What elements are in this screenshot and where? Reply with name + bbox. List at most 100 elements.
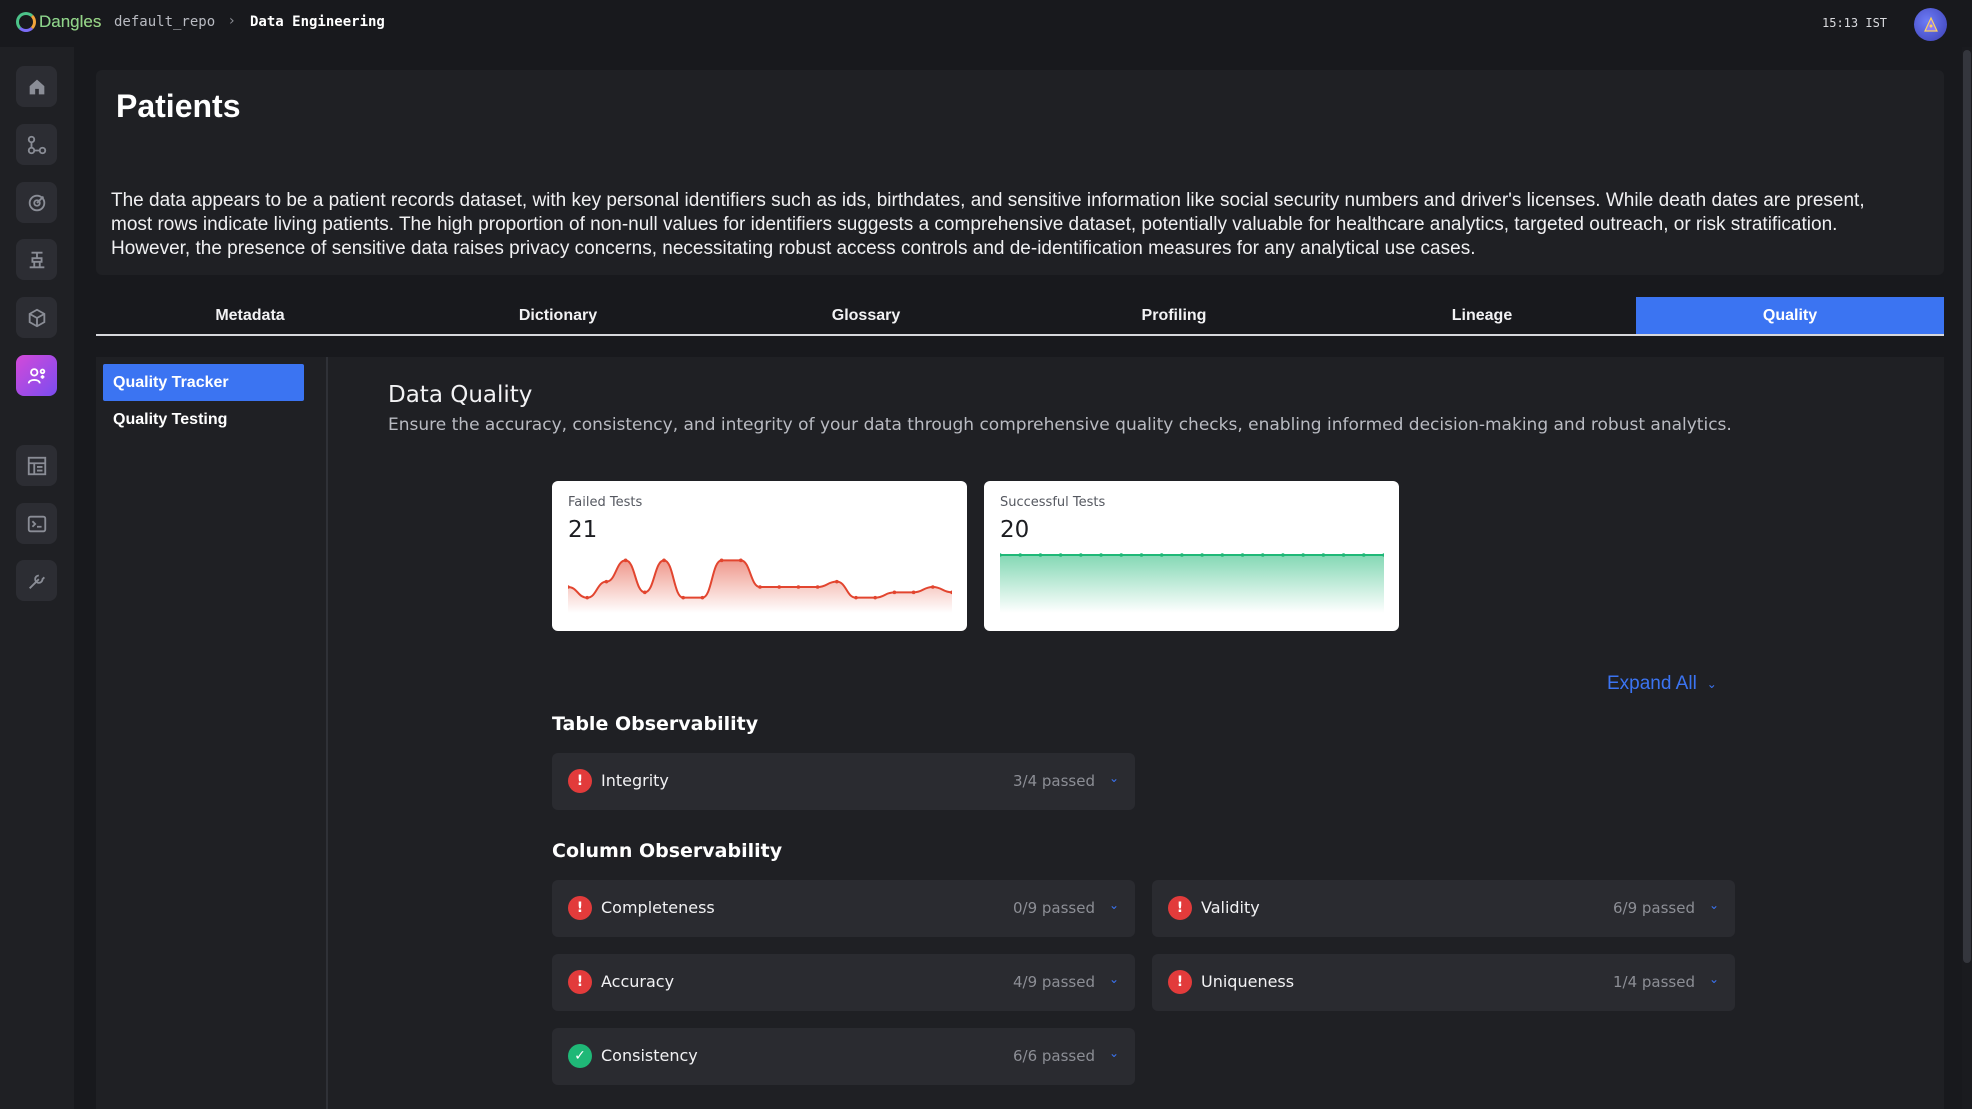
logo-text: Dangles <box>39 12 102 31</box>
sparkline-point <box>1018 553 1023 557</box>
tab-dictionary[interactable]: Dictionary <box>404 297 712 334</box>
check-result: 3/4 passed <box>1012 772 1095 790</box>
tab-glossary[interactable]: Glossary <box>712 297 1020 334</box>
sparkline-point <box>662 558 666 563</box>
chevron-down-icon[interactable]: ⌄ <box>1109 1046 1119 1060</box>
check-name: Integrity <box>601 771 669 790</box>
failed-tests-label: Failed Tests <box>568 495 643 510</box>
layout-icon[interactable] <box>16 445 57 486</box>
chevron-down-icon[interactable]: ⌄ <box>1709 898 1719 912</box>
error-icon: ! <box>568 769 592 793</box>
sparkline-point <box>1139 553 1144 557</box>
expand-all-button[interactable]: Expand All ⌄ <box>1607 673 1717 695</box>
clock: 15:13 IST <box>1822 16 1888 30</box>
sparkline-point <box>1119 553 1124 557</box>
check-name: Consistency <box>601 1046 698 1065</box>
chevron-down-icon[interactable]: ⌄ <box>1109 771 1119 785</box>
check-row-integrity[interactable]: ! Integrity 3/4 passed ⌄ <box>552 753 1135 810</box>
check-row-accuracy[interactable]: ! Accuracy 4/9 passed ⌄ <box>552 954 1135 1011</box>
check-row-completeness[interactable]: ! Completeness 0/9 passed ⌄ <box>552 880 1135 937</box>
avatar[interactable] <box>1914 8 1947 41</box>
successful-tests-card[interactable]: Successful Tests 20 <box>984 481 1399 631</box>
failed-tests-sparkline <box>568 558 952 613</box>
chevron-down-icon: ⌄ <box>1706 677 1717 691</box>
failed-tests-card[interactable]: Failed Tests 21 <box>552 481 967 631</box>
check-result: 1/4 passed <box>1612 973 1695 991</box>
successful-tests-label: Successful Tests <box>1000 495 1106 510</box>
check-result: 6/9 passed <box>1612 899 1695 917</box>
check-name: Completeness <box>601 898 715 917</box>
data-quality-title: Data Quality <box>388 382 533 408</box>
sparkline-point <box>796 585 801 589</box>
sparkline-point <box>1281 553 1285 557</box>
sparkline-point <box>1180 553 1184 557</box>
check-result: 6/6 passed <box>1012 1047 1095 1065</box>
sparkline-point <box>604 579 609 584</box>
package-icon[interactable] <box>16 297 57 338</box>
failed-tests-value: 21 <box>568 517 598 543</box>
data-quality-description: Ensure the accuracy, consistency, and in… <box>388 415 1732 435</box>
check-name: Uniqueness <box>1201 972 1295 991</box>
sparkline-point <box>700 595 705 600</box>
sparkline-point <box>1058 553 1063 557</box>
terminal-icon[interactable] <box>16 503 57 544</box>
successful-tests-value: 20 <box>1000 517 1030 543</box>
check-row-uniqueness[interactable]: ! Uniqueness 1/4 passed ⌄ <box>1152 954 1735 1011</box>
error-icon: ! <box>1168 896 1192 920</box>
subnav-quality-testing[interactable]: Quality Testing <box>103 401 304 438</box>
error-icon: ! <box>568 896 592 920</box>
sparkline-point <box>643 590 647 595</box>
tab-lineage[interactable]: Lineage <box>1328 297 1636 334</box>
sparkline-point <box>1361 553 1366 557</box>
chevron-down-icon[interactable]: ⌄ <box>1709 972 1719 986</box>
sparkline-point <box>739 558 743 563</box>
target-icon[interactable] <box>16 182 57 223</box>
error-icon: ! <box>568 970 592 994</box>
pipeline-icon[interactable] <box>16 239 57 280</box>
sparkline-point <box>1159 553 1164 557</box>
breadcrumb-repo[interactable]: default_repo <box>114 14 215 30</box>
chevron-down-icon[interactable]: ⌄ <box>1109 898 1119 912</box>
subnav-quality-tracker[interactable]: Quality Tracker <box>103 364 304 401</box>
quality-subnav: Quality Tracker Quality Testing <box>96 357 328 1109</box>
tab-metadata[interactable]: Metadata <box>96 297 404 334</box>
check-result: 4/9 passed <box>1012 973 1095 991</box>
chevron-down-icon[interactable]: ⌄ <box>1109 972 1119 986</box>
tab-profiling[interactable]: Profiling <box>1020 297 1328 334</box>
sparkline-point <box>892 590 897 595</box>
scrollbar-thumb[interactable] <box>1963 50 1971 963</box>
sparkline-point <box>681 595 685 600</box>
sparkline-point <box>1321 553 1326 557</box>
data-steward-icon[interactable] <box>16 355 57 396</box>
summary-card: The data appears to be a patient records… <box>96 175 1944 275</box>
workflow-icon[interactable] <box>16 124 57 165</box>
tab-bar: Metadata Dictionary Glossary Profiling L… <box>96 297 1944 336</box>
app-logo[interactable]: Dangles <box>16 12 101 32</box>
check-row-consistency[interactable]: ✓ Consistency 6/6 passed ⌄ <box>552 1028 1135 1085</box>
header-card: Patients <box>96 70 1944 188</box>
sparkline-point <box>815 585 820 589</box>
sparkline-point <box>854 595 858 600</box>
check-name: Validity <box>1201 898 1260 917</box>
expand-all-label: Expand All <box>1607 673 1697 694</box>
sparkline-point <box>623 558 628 563</box>
column-observability-title: Column Observability <box>552 840 783 862</box>
sparkline-point <box>1240 553 1245 557</box>
tab-quality[interactable]: Quality <box>1636 297 1944 334</box>
check-row-validity[interactable]: ! Validity 6/9 passed ⌄ <box>1152 880 1735 937</box>
wrench-icon[interactable] <box>16 560 57 601</box>
quality-panel: Quality Tracker Quality Testing Data Qua… <box>96 357 1944 1109</box>
sparkline-point <box>1038 553 1043 557</box>
breadcrumb-current[interactable]: Data Engineering <box>250 14 385 30</box>
sparkline-point <box>931 585 935 589</box>
error-icon: ! <box>1168 970 1192 994</box>
sparkline-point <box>1341 553 1346 557</box>
successful-tests-sparkline <box>1000 553 1384 613</box>
sparkline-point <box>585 595 589 600</box>
page-title: Patients <box>116 88 241 124</box>
left-rail <box>0 47 74 1109</box>
sparkline-point <box>1220 553 1225 557</box>
sparkline-area <box>1000 555 1384 613</box>
dataset-summary: The data appears to be a patient records… <box>111 190 1865 259</box>
home-icon[interactable] <box>16 66 57 107</box>
